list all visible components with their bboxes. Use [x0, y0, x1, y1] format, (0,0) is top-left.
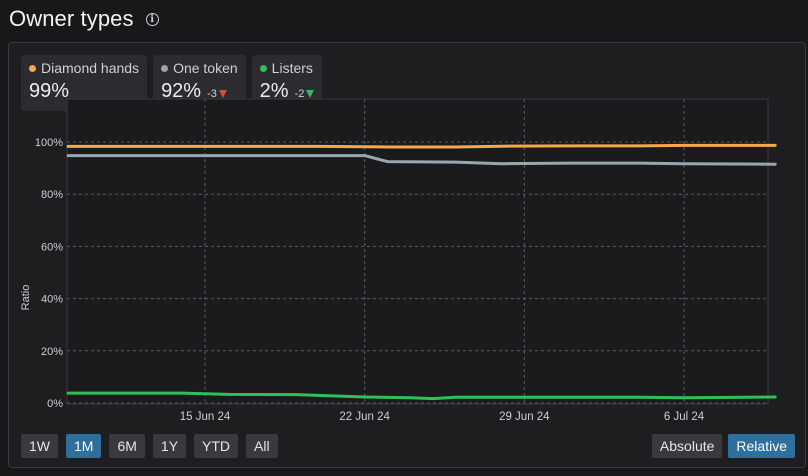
- page-title: Owner types: [9, 6, 134, 31]
- x-tick-label: 22 Jun 24: [339, 411, 390, 423]
- line-chart: 0% 20% 40% 60% 80% 100% 15 Jun 24 22 Jun 24 29 J…: [20, 98, 777, 423]
- y-tick-label: 20%: [41, 346, 63, 358]
- x-tick-label: 15 Jun 24: [180, 411, 231, 423]
- info-icon[interactable]: i: [145, 12, 159, 26]
- range-button-1w[interactable]: 1W: [21, 434, 58, 458]
- y-axis-label: Ratio: [20, 285, 32, 311]
- range-button-all[interactable]: All: [246, 434, 278, 458]
- range-button-6m[interactable]: 6M: [109, 434, 145, 458]
- relative-button[interactable]: Relative: [728, 434, 795, 458]
- y-tick-label: 100%: [35, 137, 63, 149]
- y-tick-label: 40%: [41, 294, 63, 306]
- absolute-button[interactable]: Absolute: [651, 434, 723, 458]
- series-line-diamond-hands: [66, 143, 777, 149]
- header: Owner types i: [9, 4, 159, 34]
- range-button-1m[interactable]: 1M: [66, 434, 102, 458]
- y-tick-label: 60%: [41, 241, 63, 253]
- mode-selector: Absolute Relative: [651, 434, 795, 458]
- x-tick-label: 6 Jul 24: [664, 411, 705, 423]
- x-tick-label: 29 Jun 24: [499, 411, 550, 423]
- y-tick-label: 80%: [41, 189, 63, 201]
- y-tick-label: 0%: [47, 398, 63, 410]
- chart-panel: Diamond hands 99% One token 92% -3 Liste…: [8, 42, 806, 468]
- range-button-ytd[interactable]: YTD: [194, 434, 239, 458]
- range-button-1y[interactable]: 1Y: [152, 434, 187, 458]
- range-selector: 1W 1M 6M 1Y YTD All: [21, 434, 278, 458]
